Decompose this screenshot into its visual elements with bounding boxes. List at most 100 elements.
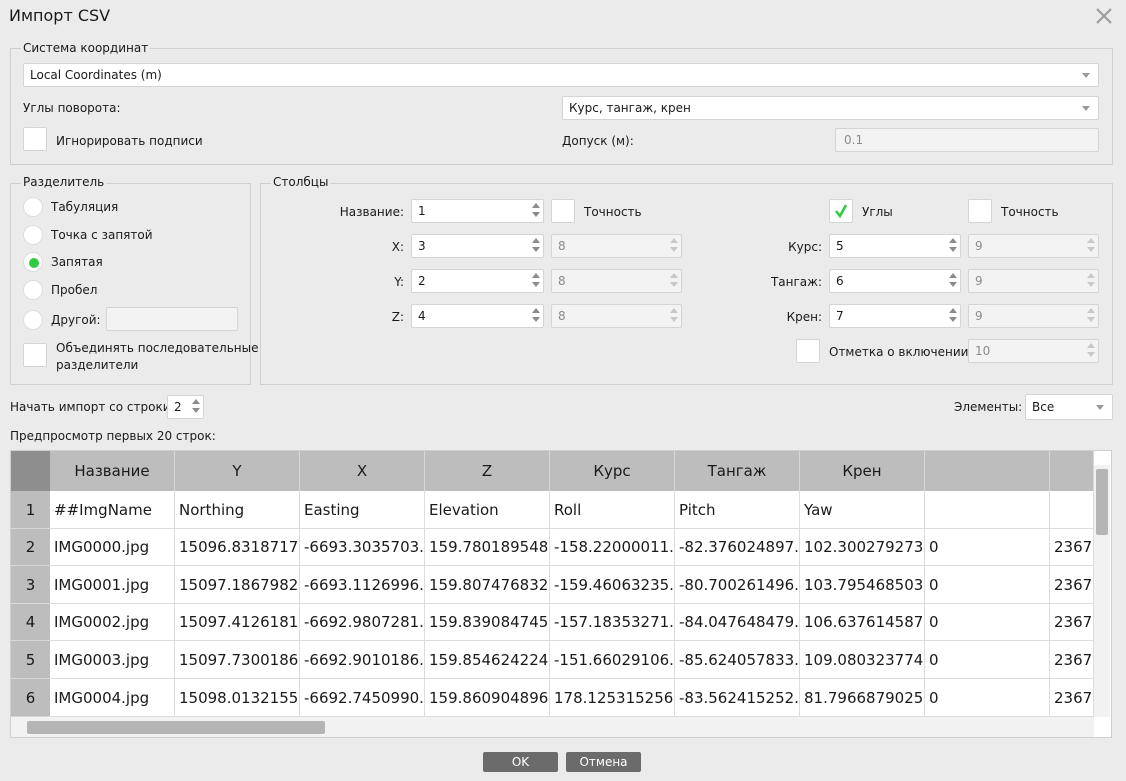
radio-semicolon[interactable] bbox=[23, 225, 43, 245]
column-header[interactable]: Тангаж bbox=[675, 451, 800, 491]
accuracy2-checkbox[interactable] bbox=[968, 199, 992, 223]
radio-comma[interactable] bbox=[23, 252, 43, 272]
enable-mark-input[interactable]: 10 bbox=[968, 339, 1099, 363]
pitch-col-value: 6 bbox=[836, 274, 844, 288]
x-acc-input[interactable]: 8 bbox=[551, 234, 682, 258]
pitch-acc-input[interactable]: 9 bbox=[968, 269, 1099, 293]
elements-select[interactable]: Все bbox=[1025, 394, 1113, 420]
radio-space-label: Пробел bbox=[51, 283, 98, 297]
table-cell: IMG0000.jpg bbox=[50, 529, 175, 566]
merge-delimiters-label-2: разделители bbox=[56, 358, 139, 372]
table-cell: 159.807476832... bbox=[425, 566, 550, 604]
ok-button[interactable]: OK bbox=[483, 752, 558, 772]
delimiter-legend: Разделитель bbox=[21, 175, 107, 189]
z-acc-input[interactable]: 8 bbox=[551, 304, 682, 328]
scrollbar-thumb[interactable] bbox=[27, 721, 325, 734]
z-col-input[interactable]: 4 bbox=[411, 304, 544, 328]
radio-tab-label: Табуляция bbox=[51, 200, 119, 214]
column-header[interactable]: Курс bbox=[550, 451, 675, 491]
table-cell: 178.125315256... bbox=[550, 679, 675, 717]
radio-other[interactable] bbox=[23, 310, 43, 330]
column-header[interactable] bbox=[925, 451, 1050, 491]
yaw-col-input[interactable]: 5 bbox=[829, 234, 961, 258]
row-number: 4 bbox=[11, 604, 50, 641]
enable-mark-checkbox[interactable] bbox=[796, 339, 820, 363]
horizontal-scrollbar[interactable] bbox=[11, 717, 1094, 737]
roll-acc-input[interactable]: 9 bbox=[968, 304, 1099, 328]
column-header[interactable]: Крен bbox=[800, 451, 925, 491]
column-header[interactable] bbox=[1050, 451, 1094, 491]
stepper-icon[interactable] bbox=[949, 237, 957, 255]
start-row-label: Начать импорт со строки: bbox=[10, 400, 175, 414]
row-number: 2 bbox=[11, 529, 50, 566]
angles-checkbox[interactable] bbox=[829, 199, 853, 223]
merge-delimiters-checkbox[interactable] bbox=[23, 343, 47, 367]
table-cell: -158.22000011... bbox=[550, 529, 675, 566]
preview-label: Предпросмотр первых 20 строк: bbox=[10, 429, 216, 443]
table-cell: -82.376024897... bbox=[675, 529, 800, 566]
column-header[interactable]: Название bbox=[50, 451, 175, 491]
table-cell: 103.795468503... bbox=[800, 566, 925, 604]
table-cell: -84.047648479... bbox=[675, 604, 800, 641]
table-cell: 102.300279273... bbox=[800, 529, 925, 566]
y-col-value: 2 bbox=[418, 274, 426, 288]
column-header[interactable]: X bbox=[300, 451, 425, 491]
angles-label: Углы bbox=[862, 205, 893, 219]
stepper-icon[interactable] bbox=[949, 272, 957, 290]
yaw-acc-input[interactable]: 9 bbox=[968, 234, 1099, 258]
table-cell: 15096.8318717... bbox=[175, 529, 300, 566]
table-cell: 2367 bbox=[1050, 529, 1094, 566]
stepper-icon bbox=[1087, 237, 1095, 255]
column-header[interactable]: Z bbox=[425, 451, 550, 491]
accuracy-checkbox[interactable] bbox=[551, 199, 575, 223]
preview-table[interactable]: Название Y X Z Курс Тангаж Крен 1 ##ImgN… bbox=[10, 450, 1112, 738]
name-col-input[interactable]: 1 bbox=[411, 199, 544, 223]
table-cell: -6692.9807281... bbox=[300, 604, 425, 641]
rotation-select[interactable]: Курс, тангаж, крен bbox=[562, 96, 1099, 120]
chevron-down-icon bbox=[1096, 405, 1104, 410]
chevron-down-icon bbox=[1082, 106, 1090, 111]
row-number: 1 bbox=[11, 491, 50, 529]
ignore-labels-checkbox[interactable] bbox=[23, 127, 47, 151]
accuracy2-label: Точность bbox=[1001, 205, 1059, 219]
table-cell: -80.700261496... bbox=[675, 566, 800, 604]
dialog-title: Импорт CSV bbox=[9, 6, 111, 25]
elements-value: Все bbox=[1032, 400, 1055, 414]
elements-label: Элементы: bbox=[954, 400, 1023, 414]
tolerance-input[interactable]: 0.1 bbox=[835, 128, 1099, 152]
other-delimiter-input[interactable] bbox=[106, 307, 238, 331]
stepper-icon bbox=[1087, 272, 1095, 290]
pitch-col-input[interactable]: 6 bbox=[829, 269, 961, 293]
close-icon[interactable] bbox=[1092, 4, 1116, 28]
radio-space[interactable] bbox=[23, 280, 43, 300]
table-cell: -85.624057833... bbox=[675, 641, 800, 679]
stepper-icon[interactable] bbox=[192, 398, 200, 416]
column-header[interactable]: Y bbox=[175, 451, 300, 491]
yaw-col-value: 5 bbox=[836, 239, 844, 253]
table-cell: 2367 bbox=[1050, 641, 1094, 679]
x-col-input[interactable]: 3 bbox=[411, 234, 544, 258]
coord-system-select[interactable]: Local Coordinates (m) bbox=[23, 63, 1099, 87]
stepper-icon[interactable] bbox=[532, 272, 540, 290]
z-col-value: 4 bbox=[418, 309, 426, 323]
stepper-icon bbox=[1087, 307, 1095, 325]
y-col-input[interactable]: 2 bbox=[411, 269, 544, 293]
pitch-acc-value: 9 bbox=[975, 274, 983, 288]
roll-col-label: Крен: bbox=[786, 310, 822, 324]
y-acc-input[interactable]: 8 bbox=[551, 269, 682, 293]
stepper-icon[interactable] bbox=[532, 237, 540, 255]
radio-comma-label: Запятая bbox=[51, 255, 103, 269]
check-icon bbox=[835, 204, 848, 219]
accuracy-label: Точность bbox=[584, 205, 642, 219]
start-row-input[interactable]: 2 bbox=[167, 395, 204, 419]
vertical-scrollbar[interactable] bbox=[1094, 465, 1110, 717]
roll-col-input[interactable]: 7 bbox=[829, 304, 961, 328]
cancel-button[interactable]: Отмена bbox=[566, 752, 641, 772]
scrollbar-thumb[interactable] bbox=[1096, 469, 1108, 535]
table-cell: Elevation bbox=[425, 491, 550, 529]
stepper-icon[interactable] bbox=[532, 307, 540, 325]
radio-tab[interactable] bbox=[23, 197, 43, 217]
stepper-icon[interactable] bbox=[532, 202, 540, 220]
stepper-icon[interactable] bbox=[949, 307, 957, 325]
table-cell: IMG0004.jpg bbox=[50, 679, 175, 717]
